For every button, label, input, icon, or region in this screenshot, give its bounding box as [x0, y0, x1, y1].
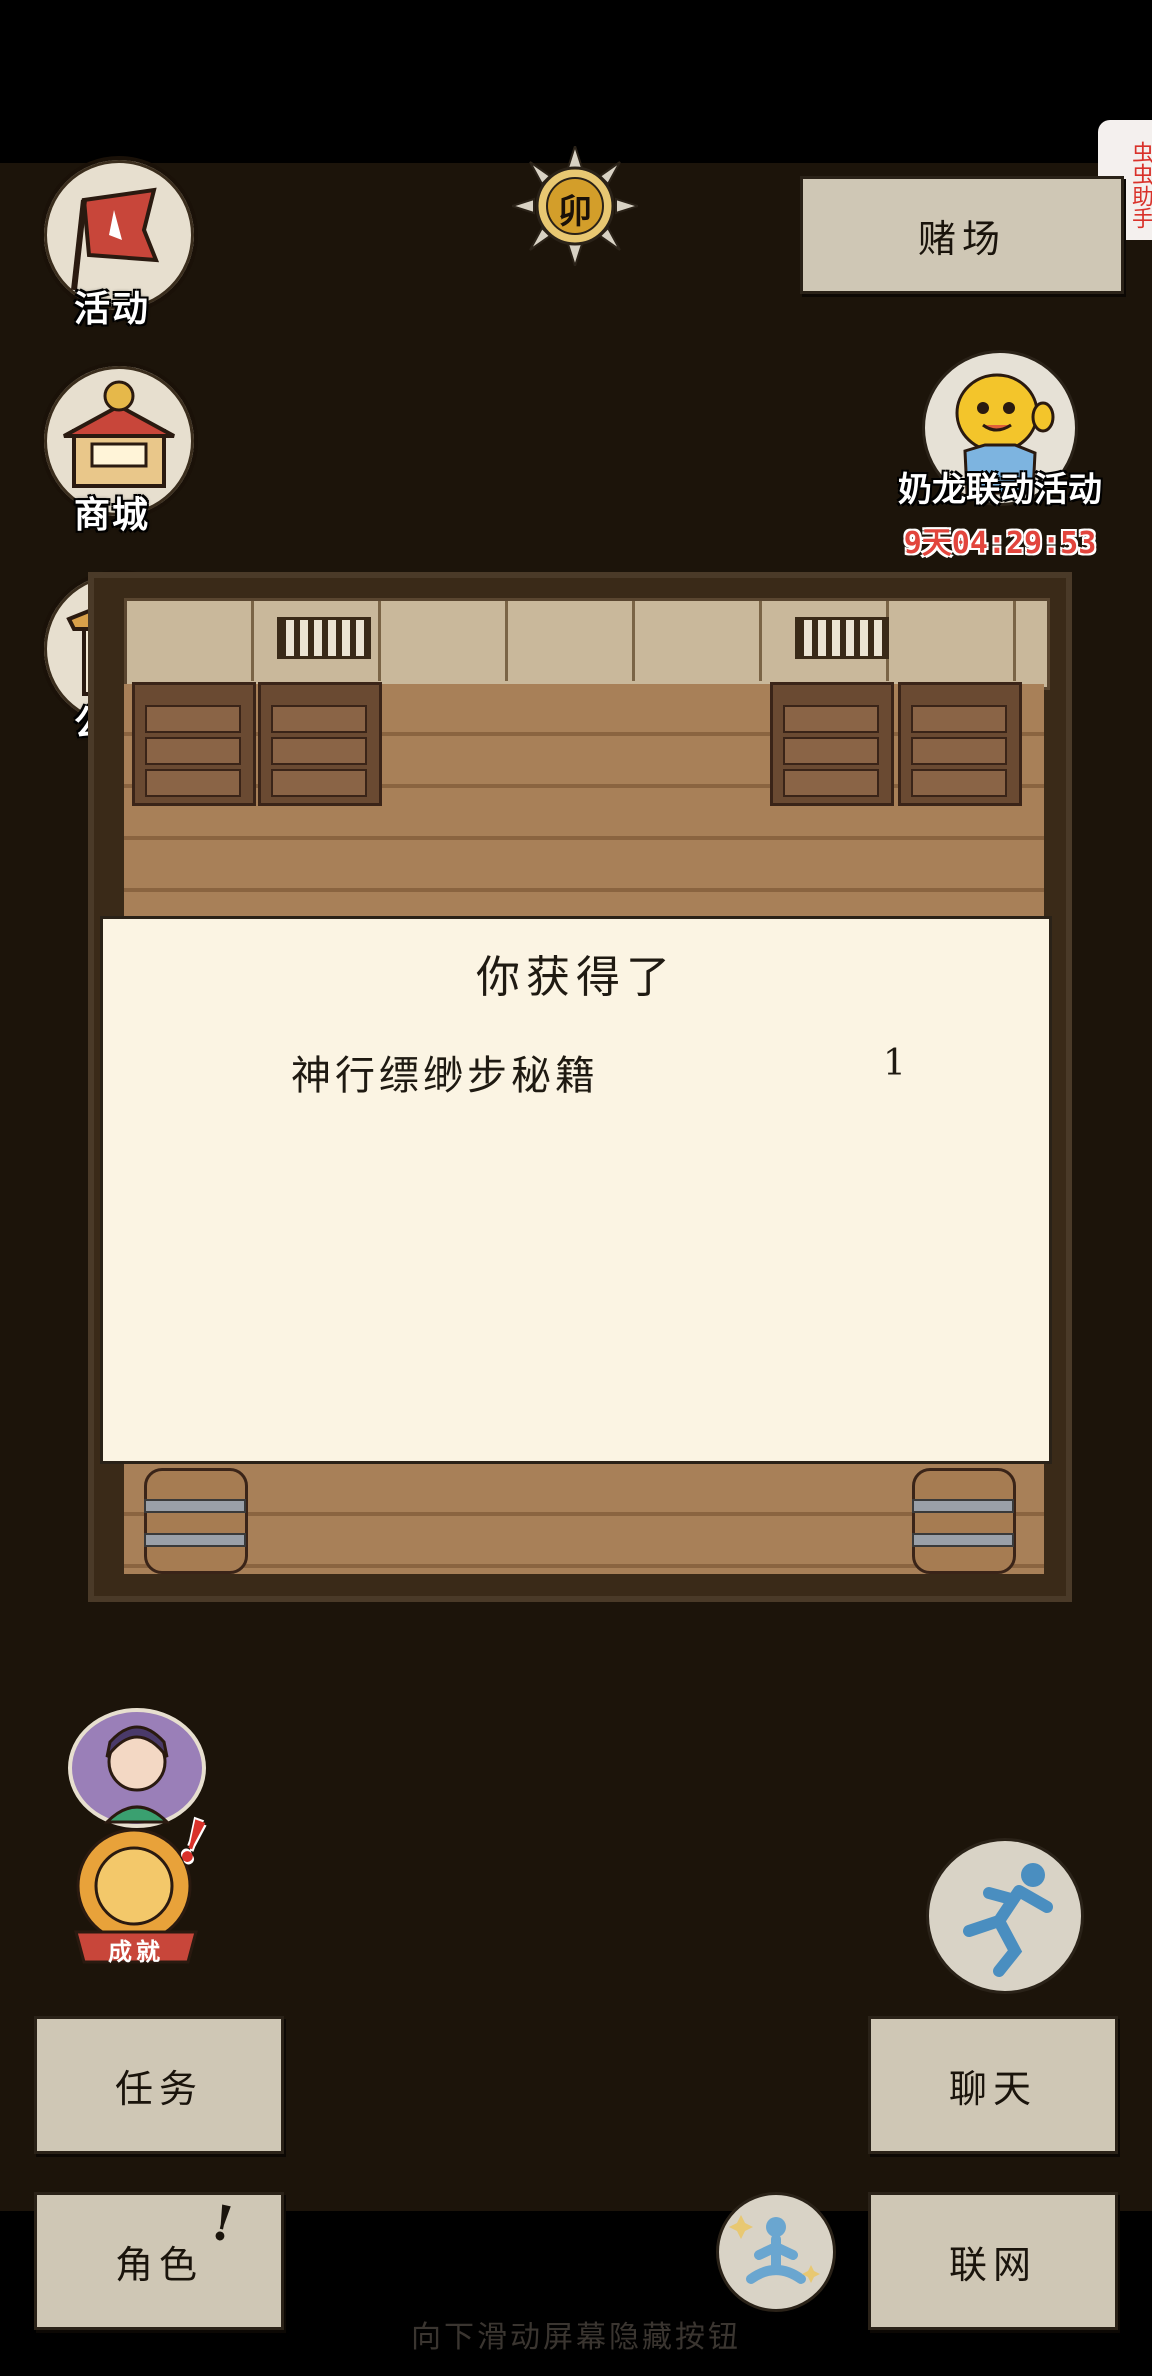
meditation-icon — [729, 2215, 820, 2284]
cabinet[interactable] — [770, 682, 894, 806]
reward-item-name: 神行缥缈步秘籍 — [291, 1053, 599, 1099]
run-button[interactable] — [926, 1838, 1084, 1994]
task-button[interactable]: 任务 — [34, 2016, 284, 2154]
meditate-button[interactable] — [716, 2192, 836, 2312]
room-wall — [124, 598, 1050, 690]
cabinet[interactable] — [898, 682, 1022, 806]
role-button[interactable]: 角色 — [34, 2192, 284, 2330]
barrel[interactable] — [912, 1468, 1016, 1574]
reward-item-quantity: 1 — [883, 1043, 906, 1084]
dialog-title: 你获得了 — [476, 952, 676, 1003]
character-avatar[interactable] — [68, 1708, 206, 1828]
shop-label: 商城 — [74, 494, 151, 536]
running-figure-icon — [963, 1863, 1053, 1977]
cabinet[interactable] — [258, 682, 382, 806]
event-title: 奶龙联动活动 — [898, 470, 1102, 510]
wall-vent — [277, 617, 371, 659]
casino-button[interactable]: 赌场 — [800, 176, 1124, 294]
achievement-label: 成就 — [108, 1938, 164, 1966]
hide-buttons-hint: 向下滑动屏幕隐藏按钮 — [411, 2320, 741, 2355]
chat-button[interactable]: 聊天 — [868, 2016, 1118, 2154]
reward-dialog[interactable]: 你获得了 神行缥缈步秘籍 1 — [100, 916, 1052, 1464]
wall-vent — [795, 617, 889, 659]
network-button[interactable]: 联网 — [868, 2192, 1118, 2330]
time-of-day-badge: 卯 — [508, 142, 642, 270]
time-char: 卯 — [558, 192, 592, 232]
cabinet[interactable] — [132, 682, 256, 806]
barrel[interactable] — [144, 1468, 248, 1574]
event-timer: 9天04:29:53 — [903, 526, 1097, 561]
activity-label: 活动 — [74, 288, 151, 330]
portrait-icon — [103, 1725, 171, 1824]
